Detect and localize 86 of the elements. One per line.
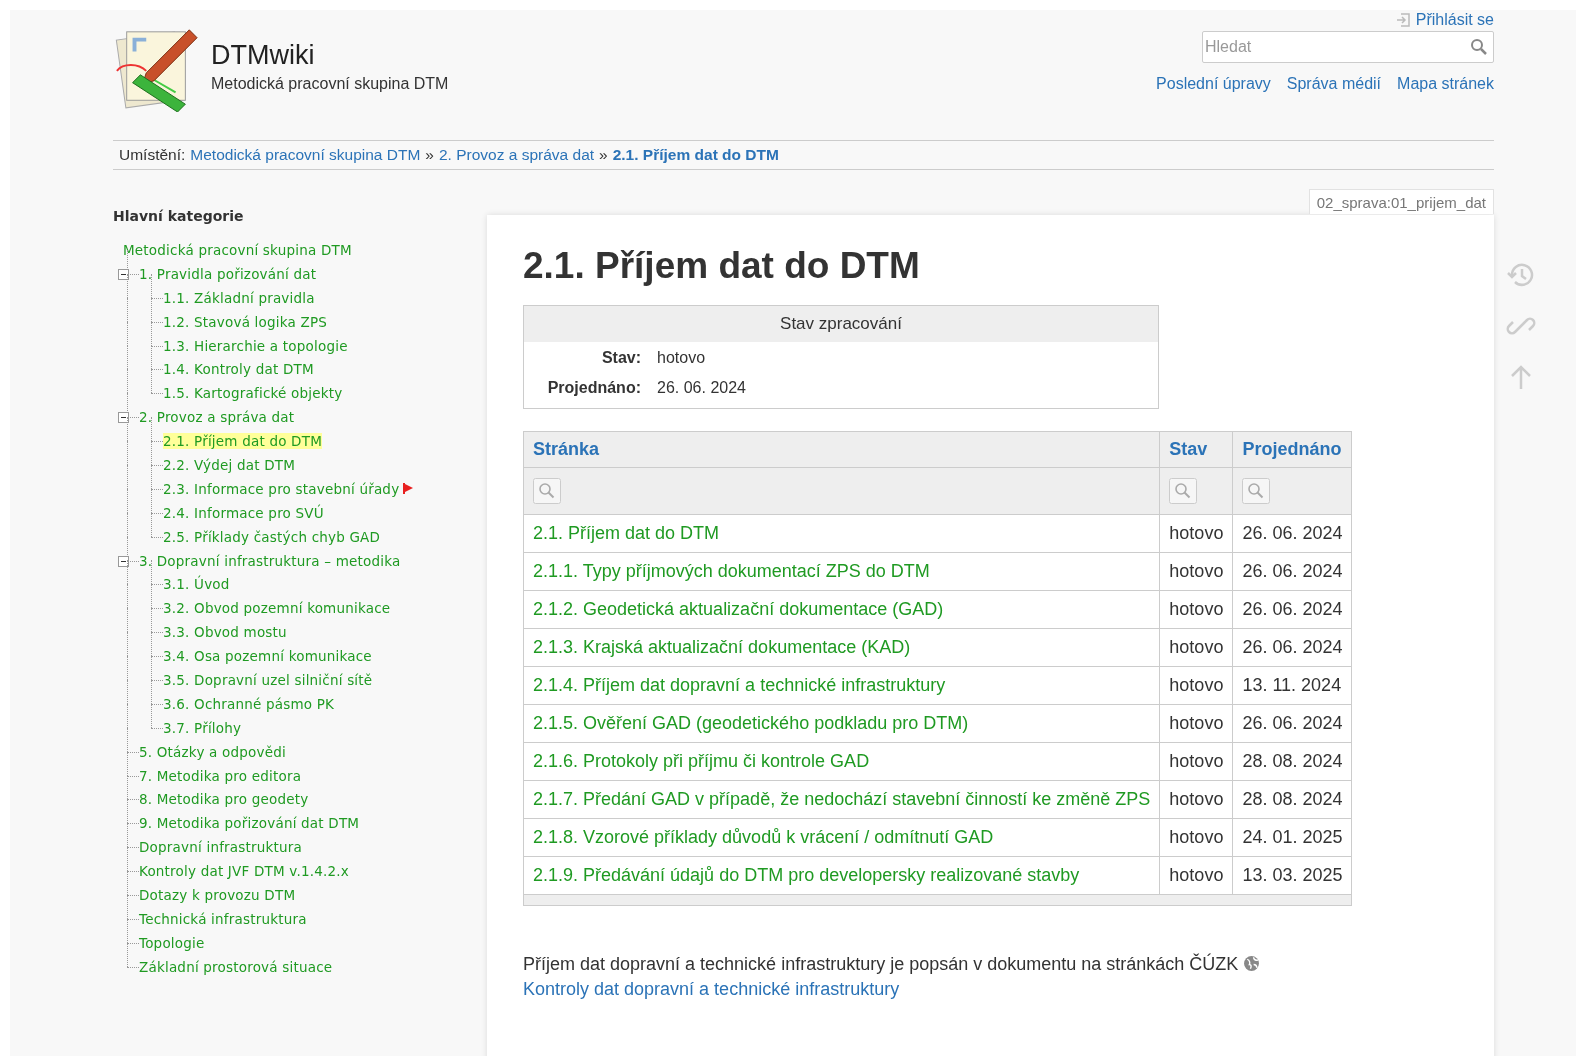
table-cell: 28. 08. 2024 xyxy=(1232,742,1352,781)
tree-item[interactable]: Základní prostorová situace xyxy=(139,958,333,975)
table-cell: hotovo xyxy=(1159,704,1233,743)
column-header[interactable]: Stránka xyxy=(523,431,1160,468)
tree-item[interactable]: 2.3. Informace pro stavební úřady xyxy=(163,480,400,497)
tree-item[interactable]: 1.3. Hierarchie a topologie xyxy=(163,337,348,354)
table-cell: 13. 03. 2025 xyxy=(1232,856,1352,895)
tree-item[interactable]: 1.5. Kartografické objekty xyxy=(163,385,343,402)
field-value: hotovo xyxy=(657,349,706,367)
breadcrumb-separator: » xyxy=(425,146,434,164)
table-cell: 26. 06. 2024 xyxy=(1232,590,1352,629)
search-field[interactable]: Hledat xyxy=(1202,31,1494,63)
minus-box-icon[interactable] xyxy=(118,555,129,567)
site-title[interactable]: DTMwiki xyxy=(211,40,449,71)
tree-item[interactable]: 8. Metodika pro geodety xyxy=(139,791,309,808)
tree-item[interactable]: Technická infrastruktura xyxy=(139,910,307,927)
tree-item[interactable]: 2.2. Výdej dat DTM xyxy=(163,456,296,473)
table-cell: hotovo xyxy=(1159,666,1233,705)
tree-item[interactable]: 2.5. Příklady častých chyb GAD xyxy=(163,528,381,545)
tree-item[interactable]: Metodická pracovní skupina DTM xyxy=(123,241,352,258)
table-cell: hotovo xyxy=(1159,856,1233,895)
nav-link[interactable]: Mapa stránek xyxy=(1397,75,1494,93)
breadcrumb-link[interactable]: 2. Provoz a správa dat xyxy=(438,146,595,164)
tree-item[interactable]: Dopravní infrastruktura xyxy=(139,839,303,856)
filter-search-icon[interactable] xyxy=(1242,478,1271,504)
tree-item[interactable]: 3.1. Úvod xyxy=(163,576,230,593)
table-cell: 26. 06. 2024 xyxy=(1232,628,1352,667)
table-cell: hotovo xyxy=(1159,818,1233,857)
tree-item[interactable]: Topologie xyxy=(139,934,205,951)
tree-item[interactable]: Dotazy k provozu DTM xyxy=(139,887,296,903)
page-link[interactable]: 2.1. Příjem dat do DTM xyxy=(533,523,720,543)
table-cell: 13. 11. 2024 xyxy=(1232,666,1352,705)
column-header[interactable]: Projednáno xyxy=(1232,431,1352,468)
table-cell: 28. 08. 2024 xyxy=(1232,780,1352,819)
minus-box-icon[interactable] xyxy=(118,268,129,280)
tree-item[interactable]: 7. Metodika pro editora xyxy=(139,767,302,784)
tree-item[interactable]: 3.2. Obvod pozemní komunikace xyxy=(163,600,391,617)
breadcrumb-link[interactable]: Metodická pracovní skupina DTM xyxy=(190,146,421,164)
tree-item[interactable]: 1.1. Základní pravidla xyxy=(163,289,315,306)
nav-link[interactable]: Správa médií xyxy=(1286,75,1382,93)
tree-item[interactable]: 1.4. Kontroly dat DTM xyxy=(163,361,314,378)
tree-item[interactable]: 3.3. Obvod mostu xyxy=(163,624,287,641)
field-label: Stav: xyxy=(600,349,641,367)
tree-item[interactable]: 1. Pravidla pořizování dat xyxy=(139,265,317,282)
minus-box-icon[interactable] xyxy=(118,412,129,424)
login-link[interactable]: Přihlásit se xyxy=(1395,10,1494,29)
page-title: 2.1. Příjem dat do DTM xyxy=(523,245,921,287)
tree-item[interactable]: 2.4. Informace pro SVÚ xyxy=(163,504,324,521)
filter-search-icon[interactable] xyxy=(1169,478,1198,504)
tree-item[interactable]: 3.4. Osa pozemní komunikace xyxy=(163,648,372,665)
description-text: Příjem dat dopravní a technické infrastruktury je popsán v dokumentu na stránkách ČÚZK Kontroly dat dopravní a technické infrastruktury xyxy=(523,952,1403,1003)
field-label: Projednáno: xyxy=(546,379,641,397)
status-box-title: Stav zpracování xyxy=(524,306,1158,342)
tree-item[interactable]: 3. Dopravní infrastruktura – metodika xyxy=(139,552,401,569)
globe-icon xyxy=(1243,955,1261,972)
tree-item[interactable]: Kontroly dat JVF DTM v.1.4.2.x xyxy=(139,863,349,880)
tree-item[interactable]: 3.6. Ochranné pásmo PK xyxy=(163,695,335,712)
site-tagline: Metodická pracovní skupina DTM xyxy=(211,75,449,93)
table-cell: 24. 01. 2025 xyxy=(1232,818,1352,857)
table-cell: hotovo xyxy=(1159,552,1233,591)
table-cell: hotovo xyxy=(1159,590,1233,629)
table-cell: 26. 06. 2024 xyxy=(1232,514,1352,553)
tree-item[interactable]: 3.5. Dopravní uzel silniční sítě xyxy=(163,671,373,688)
table-cell: hotovo xyxy=(1159,628,1233,667)
document-link[interactable]: Kontroly dat dopravní a technické infrastruktury xyxy=(523,979,900,1000)
sidebar-heading: Hlavní kategorie xyxy=(113,208,245,224)
tree-item[interactable]: 3.7. Přílohy xyxy=(163,719,242,736)
tree-item[interactable]: 2. Provoz a správa dat xyxy=(139,409,295,426)
tree-item[interactable]: 1.2. Stavová logika ZPS xyxy=(163,313,328,330)
table-cell: 26. 06. 2024 xyxy=(1232,552,1352,591)
table-cell: hotovo xyxy=(1159,514,1233,553)
table-cell: 26. 06. 2024 xyxy=(1232,704,1352,743)
table-cell: hotovo xyxy=(1159,780,1233,819)
breadcrumb-separator: » xyxy=(599,146,608,164)
nav-link[interactable]: Poslední úpravy xyxy=(1156,75,1271,93)
column-header[interactable]: Stav xyxy=(1159,431,1233,468)
tree-item[interactable]: 2.1. Příjem dat do DTM xyxy=(163,433,322,450)
tree-item[interactable]: 9. Metodika pořizování dat DTM xyxy=(139,815,360,832)
table-cell: hotovo xyxy=(1159,742,1233,781)
login-icon xyxy=(1395,12,1410,27)
search-icon[interactable] xyxy=(1470,38,1488,56)
filter-search-icon[interactable] xyxy=(533,478,561,504)
field-value: 26. 06. 2024 xyxy=(657,379,746,397)
tree-item[interactable]: 5. Otázky a odpovědi xyxy=(139,743,286,760)
breadcrumb-link[interactable]: 2.1. Příjem dat do DTM xyxy=(612,146,779,164)
breadcrumb-label: Umístění: xyxy=(119,146,186,164)
